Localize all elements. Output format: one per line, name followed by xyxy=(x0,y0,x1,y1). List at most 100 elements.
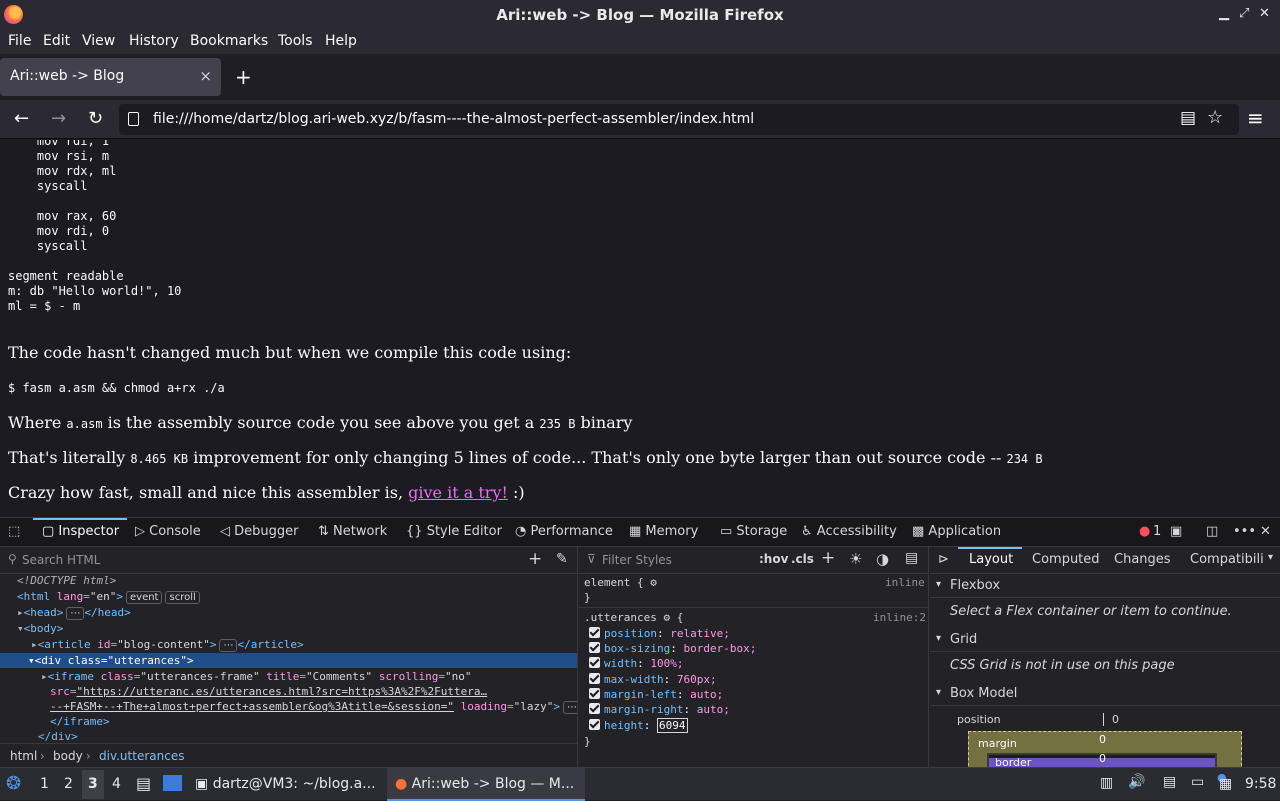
maximize-icon[interactable]: ⤢ xyxy=(1239,6,1249,21)
eyedropper-icon[interactable]: ✎ xyxy=(556,551,568,567)
firefox-task[interactable]: ● Ari::web -> Blog — M... xyxy=(395,776,574,792)
div-utterances-node[interactable]: ▾<div class="utterances"> xyxy=(28,654,194,667)
add-rule-icon[interactable]: + xyxy=(821,548,835,568)
workspace-3[interactable]: 3 xyxy=(88,776,98,792)
declaration-position[interactable]: position: relative; xyxy=(589,627,730,640)
bookmark-star-icon[interactable]: ☆ xyxy=(1207,107,1223,128)
menu-view[interactable]: View xyxy=(82,33,115,49)
iframe-src-line-2[interactable]: --+FASM+--+The+almost+perfect+assembler&… xyxy=(50,700,577,714)
chevron-down-icon[interactable]: ▾ xyxy=(1268,552,1273,563)
declaration-checkbox[interactable] xyxy=(589,719,600,730)
terminal-task[interactable]: ▣ dartz@VM3: ~/blog.a... xyxy=(195,776,376,792)
menu-history[interactable]: History xyxy=(129,33,179,49)
filter-styles-input[interactable]: Filter Styles xyxy=(602,553,672,567)
reload-icon[interactable]: ↻ xyxy=(88,108,103,129)
height-value-editor[interactable]: 6094 xyxy=(657,718,688,733)
error-count[interactable]: 1 xyxy=(1153,524,1161,539)
declaration-width[interactable]: width: 100%; xyxy=(589,657,684,670)
menu-edit[interactable]: Edit xyxy=(43,33,70,49)
tab-accessibility[interactable]: ♿ Accessibility xyxy=(801,524,897,539)
file-manager-icon[interactable]: ▤ xyxy=(136,774,151,793)
tab-close-icon[interactable]: × xyxy=(199,67,212,85)
menu-tools[interactable]: Tools xyxy=(278,33,313,49)
utterances-rule-selector[interactable]: .utterances ⚙ { xyxy=(584,611,683,624)
workspace-1[interactable]: 1 xyxy=(40,776,49,792)
box-model-border-value[interactable]: 0 xyxy=(1099,752,1106,765)
doctype-node[interactable]: <!DOCTYPE html> xyxy=(17,574,116,587)
error-icon[interactable]: ● xyxy=(1139,524,1150,539)
declaration-checkbox[interactable] xyxy=(589,688,600,699)
tab-computed[interactable]: Computed xyxy=(1032,552,1100,567)
search-html-input[interactable]: Search HTML xyxy=(22,553,100,567)
tab-inspector[interactable]: ▢ Inspector xyxy=(42,524,119,539)
box-model-position-value[interactable]: 0 xyxy=(1112,713,1119,726)
declaration-checkbox[interactable] xyxy=(589,703,600,714)
tab-compatibility[interactable]: Compatibili xyxy=(1190,552,1264,567)
devtools-close-icon[interactable]: ✕ xyxy=(1260,524,1271,539)
split-console-icon[interactable]: ▣ xyxy=(1170,524,1182,539)
breadcrumb-div-utterances[interactable]: div.utterances xyxy=(99,749,184,763)
declaration-margin-left[interactable]: margin-left: auto; xyxy=(589,688,723,701)
tab-layout[interactable]: Layout xyxy=(969,552,1013,567)
declaration-margin-right[interactable]: margin-right: auto; xyxy=(589,703,730,716)
tab-performance[interactable]: ◔ Performance xyxy=(515,524,613,539)
more-options-icon[interactable]: ••• xyxy=(1233,524,1256,539)
iframe-node[interactable]: ▸<iframe class="utterances-frame" title=… xyxy=(41,670,472,683)
menu-bookmarks[interactable]: Bookmarks xyxy=(190,33,268,49)
declaration-max-width[interactable]: max-width: 760px; xyxy=(589,673,717,686)
app-menu-icon[interactable]: ≡ xyxy=(1247,106,1264,130)
give-it-a-try-link[interactable]: give it a try! xyxy=(408,483,508,502)
declaration-checkbox[interactable] xyxy=(589,657,600,668)
tray-app-icon[interactable]: ▥ xyxy=(1100,775,1113,791)
desktop-icon[interactable] xyxy=(163,775,182,791)
tab-network[interactable]: ⇅ Network xyxy=(318,524,387,539)
url-bar[interactable]: file:///home/dartz/blog.ari-web.xyz/b/fa… xyxy=(119,104,1239,135)
element-picker-icon[interactable]: ⬚ xyxy=(8,524,20,539)
light-mode-icon[interactable]: ☀ xyxy=(849,550,862,568)
print-media-icon[interactable]: ▤ xyxy=(905,550,918,566)
tab-debugger[interactable]: ◁ Debugger xyxy=(220,524,299,539)
tab-blog[interactable]: Ari::web -> Blog × xyxy=(0,58,221,96)
new-tab-button[interactable]: + xyxy=(235,65,252,89)
element-rule-source[interactable]: inline xyxy=(885,576,925,589)
reader-view-icon[interactable]: ▤ xyxy=(1180,108,1196,128)
back-icon[interactable]: ← xyxy=(14,108,29,129)
utterances-rule-source[interactable]: inline:2 xyxy=(873,611,926,624)
breadcrumb-html[interactable]: html xyxy=(10,749,37,763)
scroll-badge[interactable]: scroll xyxy=(165,591,200,604)
class-toggle[interactable]: .cls xyxy=(791,552,814,566)
box-model-section-header[interactable]: ▾ Box Model xyxy=(930,682,1280,706)
minimize-icon[interactable]: ▁ xyxy=(1219,6,1229,21)
updates-icon[interactable]: ▦ xyxy=(1219,776,1232,792)
tab-memory[interactable]: ▦ Memory xyxy=(629,524,698,539)
tab-application[interactable]: ▩ Application xyxy=(912,524,1001,539)
forward-icon[interactable]: → xyxy=(51,108,66,129)
flexbox-section-header[interactable]: ▾ Flexbox xyxy=(930,574,1280,598)
declaration-checkbox[interactable] xyxy=(589,642,600,653)
tab-style-editor[interactable]: {} Style Editor xyxy=(406,524,502,539)
grid-section-header[interactable]: ▾ Grid xyxy=(930,628,1280,652)
declaration-height[interactable]: height: 6094 xyxy=(589,718,688,733)
tab-console[interactable]: ▷ Console xyxy=(135,524,201,539)
declaration-checkbox[interactable] xyxy=(589,673,600,684)
box-model-margin-value[interactable]: 0 xyxy=(1099,733,1106,746)
start-menu-icon[interactable]: ❂ xyxy=(6,773,21,794)
workspace-4[interactable]: 4 xyxy=(112,776,121,792)
clipboard-icon[interactable]: ▤ xyxy=(1163,774,1176,790)
tab-storage[interactable]: ▭ Storage xyxy=(720,524,787,539)
url-text[interactable]: file:///home/dartz/blog.ari-web.xyz/b/fa… xyxy=(153,111,754,127)
event-badge[interactable]: event xyxy=(126,591,163,604)
article-node[interactable]: ▸<article id="blog-content"> ⋯ </article> xyxy=(31,638,304,652)
volume-icon[interactable]: 🔊 xyxy=(1128,774,1145,790)
toggle-sidebar-icon[interactable]: ⊳ xyxy=(938,552,949,567)
add-node-icon[interactable]: + xyxy=(528,549,542,569)
body-node[interactable]: ▾<body> xyxy=(17,622,63,635)
menu-file[interactable]: File xyxy=(8,33,31,49)
hover-state-toggle[interactable]: :hov xyxy=(759,552,788,566)
tab-changes[interactable]: Changes xyxy=(1114,552,1171,567)
html-node[interactable]: <html lang="en"> event scroll xyxy=(17,590,200,604)
workspace-2[interactable]: 2 xyxy=(64,776,73,792)
declaration-checkbox[interactable] xyxy=(589,627,600,638)
network-icon[interactable]: ▭ xyxy=(1191,774,1204,790)
menu-help[interactable]: Help xyxy=(325,33,357,49)
